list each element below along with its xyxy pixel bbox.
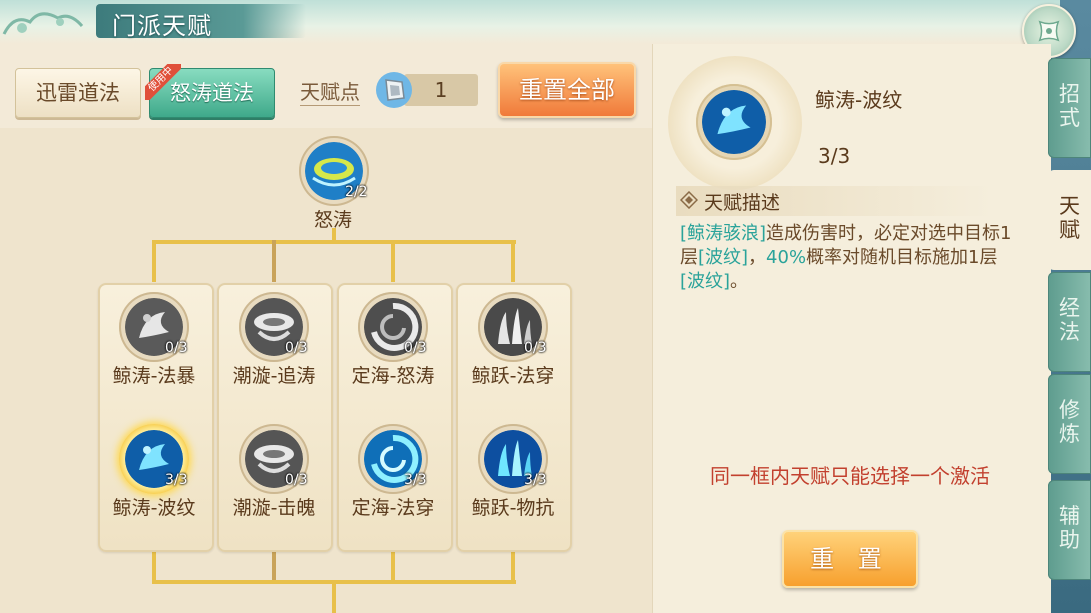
tree-line: [391, 548, 395, 584]
cloud-ornament-icon: [2, 12, 84, 35]
side-tab-label: 经法: [1059, 296, 1080, 344]
talent-node[interactable]: 0/3: [119, 292, 189, 362]
side-tab-label: 招式: [1059, 82, 1080, 130]
desc-buff-ref: [波纹]: [698, 247, 749, 268]
talent-node[interactable]: 0/3: [239, 292, 309, 362]
node-count: 0/3: [524, 340, 547, 356]
tree-line: [511, 548, 515, 584]
tree-line: [152, 548, 156, 584]
tree-line: [391, 240, 395, 282]
side-tab-label: 辅助: [1059, 504, 1080, 552]
talent-points-value: 1: [434, 78, 448, 102]
desc-skill-ref: [鲸涛骇浪]: [680, 223, 767, 244]
in-use-badge: 使用中: [145, 64, 181, 100]
talent-node-selected[interactable]: 3/3: [119, 424, 189, 494]
side-tab-fuzhu[interactable]: 辅助: [1048, 480, 1091, 580]
node-label: 鲸跃-法穿: [471, 365, 555, 387]
tree-line: [272, 548, 276, 584]
node-count: 0/3: [404, 340, 427, 356]
node-label: 潮漩-击魄: [232, 497, 316, 519]
node-count: 3/3: [165, 472, 188, 488]
side-tab-jingfa[interactable]: 经法: [1048, 272, 1091, 372]
side-tab-tianfu[interactable]: 天赋: [1048, 170, 1091, 270]
node-label: 鲸涛-法暴: [112, 365, 196, 387]
talent-node[interactable]: 0/3: [239, 424, 309, 494]
detail-skill-name: 鲸涛-波纹: [815, 88, 903, 112]
root-node-label: 怒涛: [313, 209, 352, 231]
in-use-badge-label: 使用中: [145, 64, 181, 100]
desc-text: 概率对随机目标施加1层: [806, 247, 998, 268]
description-text: [鲸涛骇浪]造成伤害时，必定对选中目标1层[波纹]，40%概率对随机目标施加1层…: [680, 222, 1020, 294]
description-title: 天赋描述: [704, 192, 781, 214]
tab-xunlei-daofa[interactable]: 迅雷道法: [15, 68, 141, 118]
desc-text: ，: [748, 247, 767, 268]
window-title: 门派天赋: [112, 12, 212, 40]
node-count: 0/3: [285, 472, 308, 488]
desc-text: 。: [730, 271, 749, 292]
desc-percent: 40%: [766, 247, 807, 268]
side-tab-zhaoshi[interactable]: 招式: [1048, 58, 1091, 158]
node-label: 潮漩-追涛: [232, 365, 316, 387]
talent-gem-icon: [376, 72, 412, 108]
tree-line: [511, 240, 515, 282]
node-label: 鲸跃-物抗: [471, 497, 555, 519]
close-icon: [1038, 20, 1060, 42]
talent-node[interactable]: 3/3: [478, 424, 548, 494]
node-count: 2/2: [345, 184, 368, 200]
talent-points-label: 天赋点: [300, 76, 360, 106]
node-count: 3/3: [404, 472, 427, 488]
talent-node[interactable]: 3/3: [358, 424, 428, 494]
node-count: 0/3: [165, 340, 188, 356]
tree-line: [152, 240, 156, 282]
tree-line: [152, 240, 516, 244]
reset-button[interactable]: 重 置: [782, 530, 918, 588]
reset-all-button[interactable]: 重置全部: [498, 62, 636, 118]
talent-node[interactable]: 0/3: [358, 292, 428, 362]
node-count: 3/3: [524, 472, 547, 488]
tree-line: [332, 580, 336, 613]
node-label: 定海-怒涛: [351, 365, 435, 387]
node-label: 定海-法穿: [351, 497, 435, 519]
talent-node[interactable]: 0/3: [478, 292, 548, 362]
tree-line: [272, 240, 276, 282]
desc-buff-ref: [波纹]: [680, 271, 731, 292]
detail-skill-level: 3/3: [818, 144, 851, 168]
talent-node-root[interactable]: 2/2: [299, 136, 369, 206]
diamond-icon: [680, 191, 698, 209]
side-tab-xiulian[interactable]: 修炼: [1048, 374, 1091, 474]
selection-notice: 同一框内天赋只能选择一个激活: [710, 464, 990, 488]
node-count: 0/3: [285, 340, 308, 356]
node-label: 鲸涛-波纹: [112, 497, 196, 519]
side-tab-label: 修炼: [1059, 398, 1080, 446]
side-tab-label: 天赋: [1059, 194, 1080, 242]
detail-skill-icon: [702, 90, 766, 154]
